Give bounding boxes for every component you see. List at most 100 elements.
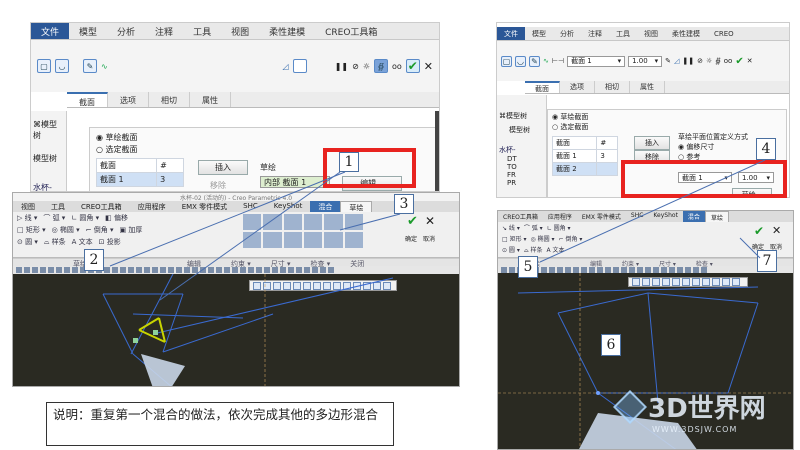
ok-check-icon[interactable]: ✔ — [735, 56, 743, 67]
cancel-label[interactable]: 取消 — [423, 234, 435, 243]
rectangle-tool[interactable]: □ 矩形 ▾ — [17, 225, 46, 235]
pencil-icon[interactable]: ✎ — [665, 57, 671, 65]
table-row[interactable]: 截面 1 — [551, 149, 598, 163]
no-preview-icon[interactable]: ⊘ — [352, 62, 359, 71]
tab-sketch[interactable]: 草绘 — [340, 201, 373, 212]
line-tool[interactable]: ↘ 线 ▾ — [502, 223, 520, 232]
solid-icon[interactable]: ▢ — [37, 59, 51, 73]
table-row[interactable]: 截面 1 — [95, 172, 158, 187]
cancel-x-icon[interactable]: ✕ — [772, 224, 781, 237]
surface-icon[interactable]: ◡ — [515, 55, 526, 67]
pause-icon[interactable]: ❚❚ — [335, 62, 348, 71]
tab-options[interactable]: 选项 — [108, 92, 149, 107]
menu-annotate[interactable]: 注释 — [581, 27, 609, 40]
menu-creo[interactable]: CREO — [707, 27, 741, 40]
menu-model[interactable]: 模型 — [525, 27, 553, 40]
sketch-field[interactable]: 内部 截面 1 — [260, 176, 330, 188]
spline-icon[interactable]: ∿ — [543, 57, 549, 65]
menu-flexible-modeling[interactable]: 柔性建模 — [259, 23, 315, 39]
verify-icon[interactable]: ∯ — [715, 57, 721, 65]
ellipse-tool[interactable]: ◎ 椭圆 ▾ — [531, 234, 555, 243]
offset-icon[interactable]: ⊢⊣ — [552, 57, 564, 65]
fillet-tool[interactable]: ∟ 圆角 ▾ — [71, 213, 99, 223]
ellipse-tool[interactable]: ◎ 椭圆 ▾ — [52, 225, 80, 235]
pause-icon[interactable]: ❚❚ — [682, 57, 694, 65]
tab-emx[interactable]: EMX 零件模式 — [174, 201, 235, 212]
remove-button[interactable]: 移除 — [210, 180, 226, 191]
sketch-icon[interactable]: ✎ — [529, 55, 540, 67]
tab-emx[interactable]: EMX 零件模式 — [577, 211, 626, 222]
arc-tool[interactable]: ⌒ 弧 ▾ — [524, 223, 543, 232]
ok-label[interactable]: 确定 — [405, 234, 417, 243]
preview-icon[interactable]: ☼ — [363, 62, 370, 71]
tree-item[interactable]: TO — [497, 163, 546, 171]
circle-tool[interactable]: ⊙ 圆 ▾ — [502, 245, 520, 255]
insert-button[interactable]: 插入 — [198, 160, 248, 175]
project-tool[interactable]: ⊡ 投影 — [99, 237, 121, 247]
tab-sections[interactable]: 截面 — [525, 81, 560, 93]
tree-item[interactable]: 水杯- — [497, 135, 546, 155]
remove-material-icon[interactable]: ◿ — [674, 57, 679, 65]
table-row[interactable]: 截面 2 — [551, 162, 598, 176]
text-tool[interactable]: A 文本 — [72, 237, 93, 247]
menu-annotate[interactable]: 注释 — [145, 23, 183, 39]
no-preview-icon[interactable]: ⊘ — [697, 57, 703, 65]
tree-item[interactable]: PR — [497, 179, 546, 187]
text-tool[interactable]: A 文本 — [547, 245, 565, 255]
tree-item[interactable]: FR — [497, 171, 546, 179]
tab-applications[interactable]: 应用程序 — [130, 201, 174, 212]
verify-icon[interactable]: ∯ — [373, 59, 388, 73]
radio-sketched-sections[interactable]: ◉ 草绘截面 — [96, 132, 138, 143]
ok-check-icon[interactable]: ✔ — [754, 224, 764, 238]
tab-tangency[interactable]: 相切 — [595, 81, 630, 93]
model-tree-item[interactable]: 水杯- — [31, 164, 66, 191]
tab-blend[interactable]: 混合 — [682, 211, 705, 222]
menu-view[interactable]: 视图 — [637, 27, 665, 40]
menu-analysis[interactable]: 分析 — [107, 23, 145, 39]
menu-tools[interactable]: 工具 — [609, 27, 637, 40]
tab-options[interactable]: 选项 — [560, 81, 595, 93]
fillet-tool[interactable]: ∟ 圆角 ▾ — [547, 223, 571, 232]
menu-tools[interactable]: 工具 — [183, 23, 221, 39]
thicken-tool[interactable]: ▣ 加厚 — [120, 225, 143, 235]
tab-sections[interactable]: 截面 — [67, 92, 108, 107]
rectangle-tool[interactable]: □ 矩形 ▾ — [502, 234, 527, 243]
spline-icon[interactable]: ∿ — [101, 62, 108, 71]
radio-offset-dimension[interactable]: ◉ 偏移尺寸 — [678, 142, 714, 152]
cancel-x-icon[interactable]: ✕ — [424, 60, 433, 73]
radio-sketched-sections[interactable]: ◉ 草绘截面 — [552, 112, 588, 122]
offset-value-input[interactable]: 1.00 ▾ — [628, 55, 663, 67]
tab-keyshot[interactable]: KeyShot — [266, 201, 311, 212]
glasses-icon[interactable]: oo — [392, 62, 402, 71]
sketch-icon[interactable]: ✎ — [83, 59, 97, 73]
radio-selected-sections[interactable]: ○ 选定截面 — [552, 122, 588, 132]
menu-creo-toolbox[interactable]: CREO工具箱 — [315, 23, 387, 39]
cancel-x-icon[interactable]: ✕ — [425, 214, 435, 228]
tab-creo-toolbox[interactable]: CREO工具箱 — [73, 201, 130, 212]
chamfer-tool[interactable]: ⌐ 倒角 ▾ — [86, 225, 114, 235]
tab-creo-toolbox[interactable]: CREO工具箱 — [498, 211, 543, 222]
section-combo[interactable]: 截面 1 ▾ — [567, 55, 626, 67]
insert-button[interactable]: 插入 — [634, 136, 670, 150]
spline-tool[interactable]: ⌓ 样条 — [44, 237, 66, 247]
circle-tool[interactable]: ⊙ 圆 ▾ — [17, 237, 38, 247]
tab-shc[interactable]: SHC — [626, 211, 649, 222]
thicken-icon[interactable] — [292, 59, 307, 73]
spline-tool[interactable]: ⌓ 样条 — [524, 245, 543, 255]
tab-keyshot[interactable]: KeyShot — [648, 211, 683, 222]
tab-properties[interactable]: 属性 — [630, 81, 665, 93]
menu-file[interactable]: 文件 — [31, 23, 70, 39]
cancel-x-icon[interactable]: ✕ — [747, 57, 753, 65]
tab-blend[interactable]: 混合 — [310, 201, 341, 212]
menu-file[interactable]: 文件 — [497, 27, 525, 40]
arc-tool[interactable]: ⌒ 弧 ▾ — [43, 213, 65, 223]
tab-shc[interactable]: SHC — [235, 201, 266, 212]
ok-check-icon[interactable]: ✔ — [407, 214, 418, 229]
tab-properties[interactable]: 属性 — [190, 92, 231, 107]
line-tool[interactable]: ▷ 线 ▾ — [17, 213, 37, 223]
tab-tangency[interactable]: 相切 — [149, 92, 190, 107]
glasses-icon[interactable]: oo — [724, 57, 733, 65]
menu-flexible-modeling[interactable]: 柔性建模 — [665, 27, 707, 40]
graphics-viewport[interactable] — [13, 274, 459, 386]
tab-sketch[interactable]: 草绘 — [704, 211, 729, 222]
